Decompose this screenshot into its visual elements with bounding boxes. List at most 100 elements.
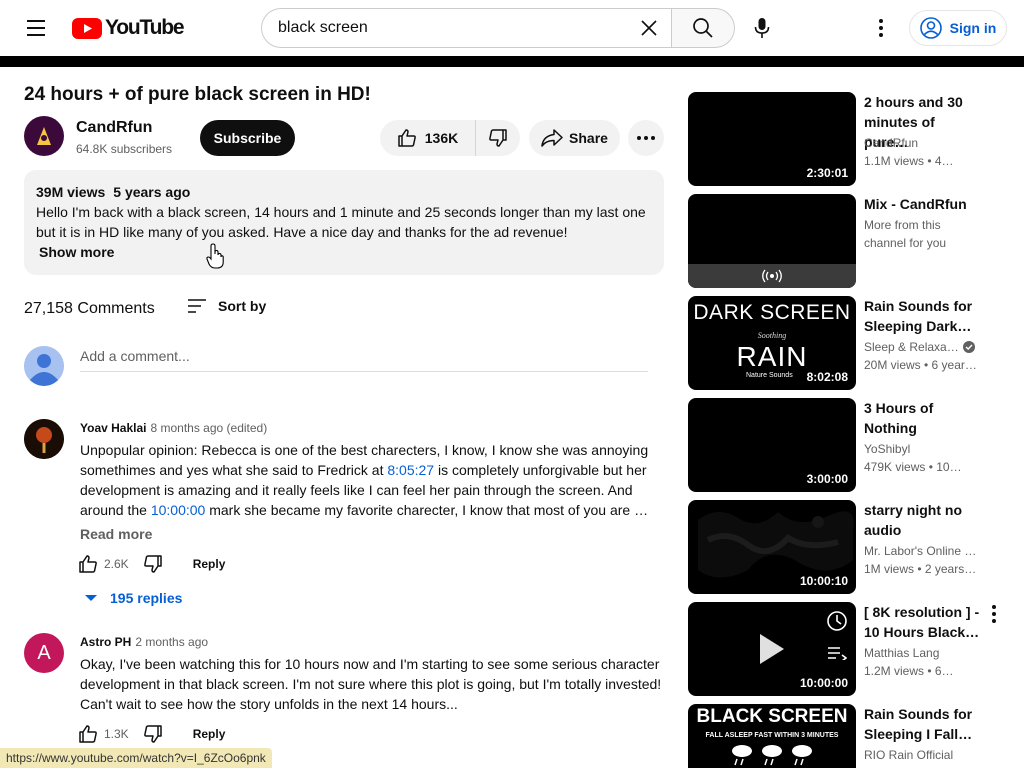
- subscriber-count: 64.8K subscribers: [76, 142, 173, 156]
- comment-like-count: 1.3K: [104, 727, 129, 741]
- recommended-video[interactable]: 10:00:00 [ 8K resolution ] - 10 Hours Bl…: [688, 602, 1008, 696]
- thumbnail-caption: FALL ASLEEP FAST WITHIN 3 MINUTES: [705, 732, 839, 739]
- channel-name[interactable]: CandRfun: [76, 119, 152, 137]
- youtube-logo[interactable]: YouTube: [72, 16, 185, 40]
- recommended-title[interactable]: starry night no audio: [864, 500, 982, 540]
- watch-later-icon[interactable]: [826, 610, 848, 632]
- recommended-title[interactable]: Mix - CandRfun: [864, 194, 982, 214]
- sort-icon: [188, 299, 206, 313]
- thumbnail-caption: RAIN: [736, 341, 808, 372]
- description-box[interactable]: 39M views 5 years ago Hello I'm back with…: [24, 170, 664, 275]
- settings-button[interactable]: [866, 12, 896, 44]
- thumbs-up-icon[interactable]: [78, 554, 98, 574]
- view-count: 39M views: [36, 184, 106, 200]
- close-icon: [641, 20, 657, 36]
- sort-by-button[interactable]: Sort by: [186, 297, 266, 315]
- commenter-avatar[interactable]: A: [24, 633, 64, 673]
- recommended-title[interactable]: Rain Sounds for Sleeping I Fall…: [864, 704, 982, 744]
- search-input[interactable]: black screen: [261, 8, 671, 48]
- video-thumbnail[interactable]: DARK SCREEN Soothing RAIN Nature Sounds …: [688, 296, 856, 390]
- recommended-video[interactable]: BLACK SCREEN FALL ASLEEP FAST WITHIN 3 M…: [688, 704, 1008, 768]
- video-thumbnail[interactable]: 2:30:01: [688, 92, 856, 186]
- menu-button[interactable]: [20, 12, 52, 44]
- reply-button[interactable]: Reply: [193, 557, 226, 571]
- recommended-channel[interactable]: YoShibyl: [864, 442, 982, 456]
- search-button[interactable]: [671, 8, 735, 48]
- video-thumbnail[interactable]: BLACK SCREEN FALL ASLEEP FAST WITHIN 3 M…: [688, 704, 856, 768]
- search-query: black screen: [278, 19, 368, 36]
- timestamp-link[interactable]: 8:05:27: [387, 462, 434, 478]
- video-duration: 10:00:00: [799, 676, 848, 690]
- clear-search-button[interactable]: [631, 10, 667, 46]
- sign-in-button[interactable]: Sign in: [909, 10, 1007, 46]
- mix-overlay: [688, 264, 856, 288]
- channel-avatar[interactable]: [24, 116, 64, 156]
- comment-time[interactable]: 8 months ago (edited): [150, 421, 267, 435]
- view-replies-button[interactable]: 195 replies: [84, 590, 182, 606]
- user-avatar: [24, 346, 64, 386]
- add-to-queue-icon[interactable]: [827, 646, 847, 660]
- recommended-video[interactable]: DARK SCREEN Soothing RAIN Nature Sounds …: [688, 296, 1008, 390]
- thumbs-down-icon[interactable]: [143, 554, 163, 574]
- video-thumbnail[interactable]: [688, 194, 856, 288]
- thumbs-down-icon: [489, 129, 507, 147]
- subscribe-button[interactable]: Subscribe: [200, 120, 295, 156]
- like-count: 136K: [424, 130, 459, 146]
- search-bar: black screen: [261, 8, 735, 48]
- comment-header: Yoav Haklai 8 months ago (edited): [80, 421, 267, 435]
- dislike-button[interactable]: [476, 128, 520, 148]
- video-thumbnail[interactable]: 3:00:00: [688, 398, 856, 492]
- show-more-button[interactable]: Show more: [39, 242, 652, 262]
- commenter-avatar[interactable]: [24, 419, 64, 459]
- rain-cloud-icon: [732, 745, 812, 766]
- recommended-mix[interactable]: Mix - CandRfun More from this channel fo…: [688, 194, 1008, 288]
- thumbs-up-icon[interactable]: [78, 724, 98, 744]
- youtube-play-icon: [72, 17, 102, 39]
- recommended-channel[interactable]: Matthias Lang: [864, 646, 982, 660]
- action-menu-button[interactable]: [984, 604, 1004, 624]
- recommended-title[interactable]: Rain Sounds for Sleeping Dark…: [864, 296, 982, 336]
- video-thumbnail[interactable]: 10:00:00: [688, 602, 856, 696]
- recommended-channel[interactable]: CandRfun: [864, 136, 982, 150]
- comment-author[interactable]: Yoav Haklai: [80, 421, 146, 435]
- comment-like-count: 2.6K: [104, 557, 129, 571]
- recommended-meta: 1M views • 2 years…: [864, 562, 977, 576]
- recommended-meta: 1.2M views • 6…: [864, 664, 954, 678]
- account-icon: [919, 17, 942, 39]
- read-more-button[interactable]: Read more: [80, 526, 152, 542]
- like-button[interactable]: 136K: [380, 120, 476, 156]
- more-vert-icon: [879, 19, 883, 37]
- hamburger-icon: [27, 20, 45, 22]
- timestamp-link[interactable]: 10:00:00: [151, 502, 206, 518]
- video-duration: 8:02:08: [806, 370, 848, 384]
- comment-text: Unpopular opinion: Rebecca is one of the…: [80, 442, 649, 518]
- recommended-channel[interactable]: Sleep & Relaxa…: [864, 340, 982, 354]
- video-thumbnail[interactable]: 10:00:10: [688, 500, 856, 594]
- recommended-video[interactable]: 3:00:00 3 Hours of Nothing YoShibyl 479K…: [688, 398, 1008, 492]
- recommended-meta: 1.1M views • 4…: [864, 154, 954, 168]
- add-comment-input[interactable]: Add a comment...: [80, 348, 648, 372]
- video-duration: 10:00:10: [799, 574, 848, 588]
- recommended-video[interactable]: 2:30:01 2 hours and 30 minutes of pure… …: [688, 92, 1008, 186]
- comments-count: 27,158 Comments: [24, 300, 155, 317]
- reply-button[interactable]: Reply: [193, 727, 226, 741]
- chevron-down-icon: [85, 595, 97, 601]
- recommended-video[interactable]: 10:00:10 starry night no audio Mr. Labor…: [688, 500, 1008, 594]
- recommended-meta: 479K views • 10…: [864, 460, 962, 474]
- comment-author[interactable]: Astro PH: [80, 635, 131, 649]
- recommended-meta: channel for you: [864, 236, 947, 250]
- share-button[interactable]: Share: [529, 120, 620, 156]
- thumbs-down-icon[interactable]: [143, 724, 163, 744]
- recommended-title[interactable]: [ 8K resolution ] - 10 Hours Black…: [864, 602, 984, 642]
- upload-age: 5 years ago: [113, 184, 191, 200]
- description-meta: 39M views 5 years ago: [36, 182, 652, 202]
- play-icon: [760, 634, 784, 664]
- recommended-channel[interactable]: RIO Rain Official: [864, 748, 982, 762]
- recommended-channel[interactable]: Mr. Labor's Online …: [864, 544, 982, 558]
- more-horiz-icon: [637, 136, 655, 140]
- more-actions-button[interactable]: [628, 120, 664, 156]
- comment-text: Okay, I've been watching this for 10 hou…: [80, 656, 662, 712]
- voice-search-button[interactable]: [744, 12, 780, 44]
- comment-time[interactable]: 2 months ago: [135, 635, 208, 649]
- recommended-title[interactable]: 3 Hours of Nothing: [864, 398, 982, 438]
